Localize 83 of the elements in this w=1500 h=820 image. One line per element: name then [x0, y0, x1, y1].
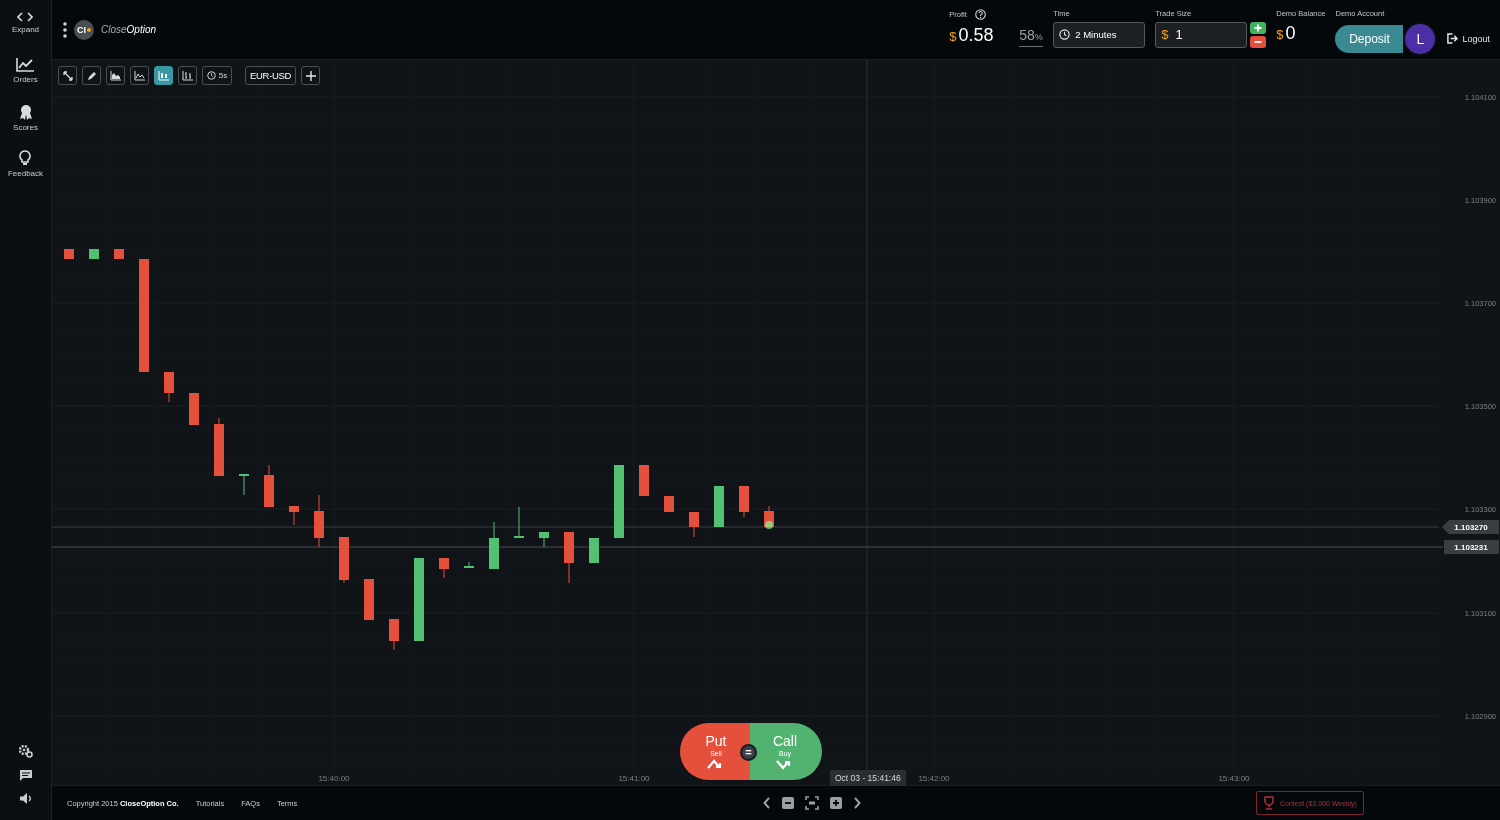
logo-text: CloseOption	[101, 24, 157, 35]
payout-percent: 58%	[1019, 26, 1044, 47]
chart-tool-button[interactable]	[154, 66, 173, 85]
sidebar-item[interactable]: Orders	[13, 58, 38, 104]
fit-screen-icon[interactable]	[804, 796, 819, 810]
asset-button[interactable]: EUR-USD	[245, 66, 297, 85]
logout-icon	[1447, 33, 1459, 44]
chart-line-icon	[16, 58, 35, 72]
expand-arrows-icon	[62, 70, 73, 81]
minus-icon[interactable]	[1250, 35, 1267, 48]
help-icon[interactable]	[974, 8, 986, 20]
profit-value: $0.58	[949, 23, 995, 47]
chat-icon[interactable]	[19, 770, 32, 781]
speaker-icon[interactable]	[19, 793, 32, 804]
chevron-right-icon[interactable]	[852, 797, 861, 809]
zoom-in-icon[interactable]	[829, 797, 842, 809]
candle	[389, 618, 399, 651]
candle	[239, 474, 249, 496]
candle	[514, 506, 524, 539]
chart-tool-button[interactable]	[106, 66, 125, 85]
sidebar-item[interactable]: Expand	[11, 12, 40, 58]
candlestick-icon	[158, 70, 169, 81]
candle	[189, 392, 199, 426]
lightbulb-icon	[19, 150, 32, 166]
clock-icon	[206, 71, 216, 80]
bar-chart-icon	[182, 70, 193, 81]
settings-icon[interactable]	[18, 745, 33, 758]
candle	[489, 521, 499, 570]
trophy-icon	[1263, 796, 1275, 810]
candle	[164, 371, 174, 403]
menu-icon[interactable]	[63, 21, 67, 38]
candle	[714, 485, 724, 528]
time-axis-label: 15:40:00	[318, 774, 350, 783]
code-brackets-icon	[17, 12, 34, 22]
candle	[339, 536, 349, 584]
chart-tool-button[interactable]	[82, 66, 101, 85]
award-ribbon-icon	[18, 104, 33, 120]
candle	[214, 417, 224, 477]
price-tag: 1.103231	[1444, 540, 1499, 554]
candle	[464, 561, 474, 569]
candle	[664, 495, 674, 513]
candle	[264, 464, 274, 508]
chevron-left-icon[interactable]	[762, 797, 771, 809]
trade-size-input[interactable]: $ 1	[1155, 21, 1248, 48]
time-axis-label: 15:43:00	[1218, 774, 1250, 783]
cursor-time-label: Oct 03 - 15:41:46	[830, 770, 906, 786]
candle	[689, 511, 699, 538]
candle	[439, 557, 449, 579]
logo-badge: CI	[74, 19, 94, 40]
candle	[364, 578, 374, 621]
candle	[539, 531, 549, 548]
candle	[589, 537, 599, 564]
logout-link[interactable]: Logout	[1447, 33, 1490, 44]
demo-balance-value: $0	[1276, 21, 1297, 45]
candle	[564, 531, 574, 584]
chart-tool-button[interactable]	[58, 66, 77, 85]
line-chart-icon	[134, 70, 145, 81]
chart-tool-button[interactable]	[130, 66, 149, 85]
area-chart-icon	[110, 70, 121, 81]
sidebar-item[interactable]: Scores	[13, 104, 38, 150]
time-select[interactable]: 2 Minutes	[1053, 21, 1146, 48]
interval-button[interactable]: 5s	[202, 66, 232, 85]
plus-icon[interactable]	[1250, 21, 1267, 34]
zoom-out-icon[interactable]	[781, 797, 794, 809]
chart-tool-button[interactable]	[178, 66, 197, 85]
time-axis-label: 15:41:00	[618, 774, 650, 783]
clock-icon	[1059, 29, 1071, 40]
candle	[314, 494, 324, 548]
avatar[interactable]: L	[1403, 21, 1438, 56]
candle	[739, 485, 749, 518]
pencil-icon	[86, 70, 97, 81]
live-price-dot	[765, 521, 773, 529]
candle	[289, 505, 299, 526]
add-asset-button[interactable]	[301, 66, 321, 85]
candle	[639, 464, 649, 497]
deposit-button[interactable]: Deposit	[1335, 24, 1404, 53]
current-price-tag: 1.103270	[1442, 520, 1499, 534]
candle	[64, 248, 74, 260]
candle	[114, 248, 124, 260]
plus-icon	[305, 70, 316, 81]
sidebar-item[interactable]: Feedback	[7, 150, 44, 196]
candle	[89, 248, 99, 260]
time-axis-label: 15:42:00	[918, 774, 950, 783]
